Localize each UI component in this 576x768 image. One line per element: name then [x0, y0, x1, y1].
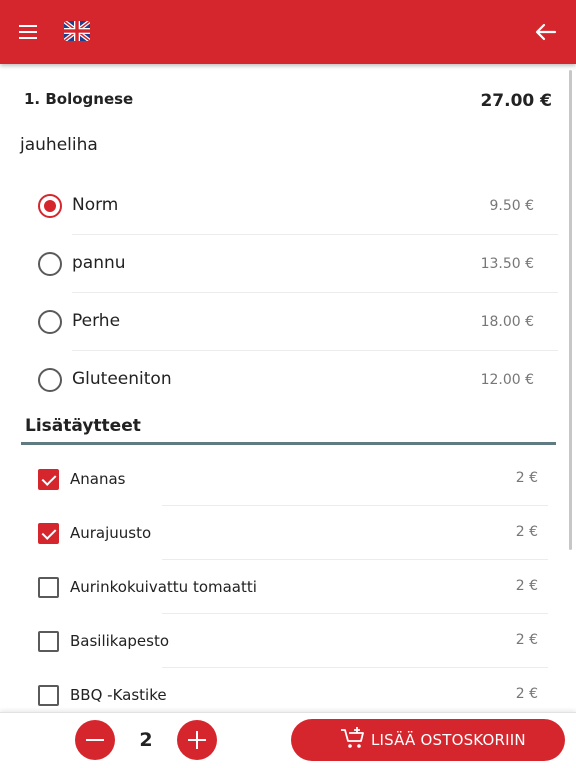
radio-button[interactable] [38, 252, 62, 276]
extra-item-label: Aurinkokuivattu tomaatti [70, 578, 257, 596]
size-option-label: pannu [72, 253, 126, 273]
uk-flag-icon[interactable] [62, 19, 92, 43]
extra-item-label: BBQ -Kastike [70, 686, 167, 704]
extra-item-label: Basilikapesto [70, 632, 170, 650]
checkbox-checked[interactable] [38, 469, 59, 490]
size-option-price: 9.50 € [489, 198, 534, 214]
extra-item-aurajuusto[interactable]: Aurajuusto 2 € [22, 506, 548, 560]
size-option-perhe[interactable]: Perhe 18.00 € [22, 293, 558, 351]
size-option-label: Gluteeniton [72, 369, 172, 389]
size-option-label: Norm [72, 195, 119, 215]
extras-section-title: Lisätäytteet [25, 416, 141, 436]
product-title: 1. Bolognese [24, 90, 134, 108]
extra-item-bbq-kastike[interactable]: BBQ -Kastike 2 € [22, 668, 548, 712]
section-divider [21, 442, 556, 445]
extra-item-price: 2 € [515, 686, 538, 702]
size-option-label: Perhe [72, 311, 121, 331]
radio-button[interactable] [38, 310, 62, 334]
add-to-cart-label: LISÄÄ OSTOSKORIIN [371, 731, 526, 749]
bottom-action-bar: 2 LISÄÄ OSTOSKORIIN [0, 712, 576, 768]
extra-item-label: Aurajuusto [70, 524, 152, 542]
add-to-cart-icon [340, 726, 366, 750]
extra-item-price: 2 € [515, 632, 538, 648]
minus-icon [86, 739, 104, 741]
extra-item-label: Ananas [70, 470, 126, 488]
radio-button-selected[interactable] [38, 194, 62, 218]
size-group-label: jauheliha [20, 135, 98, 155]
size-option-gluteeniton[interactable]: Gluteeniton 12.00 € [22, 351, 558, 409]
extra-item-ananas[interactable]: Ananas 2 € [22, 452, 548, 506]
size-option-price: 12.00 € [480, 372, 534, 388]
back-arrow-icon[interactable] [530, 20, 560, 44]
quantity-value: 2 [139, 729, 153, 751]
checkbox[interactable] [38, 577, 59, 598]
radio-button[interactable] [38, 368, 62, 392]
extra-item-price: 2 € [515, 470, 538, 486]
checkbox[interactable] [38, 685, 59, 706]
checkbox[interactable] [38, 631, 59, 652]
scrollbar[interactable] [569, 70, 572, 550]
product-options-content: 1. Bolognese 27.00 € jauheliha Norm 9.50… [0, 64, 576, 712]
size-option-pannu[interactable]: pannu 13.50 € [22, 235, 558, 293]
size-option-norm[interactable]: Norm 9.50 € [22, 177, 558, 235]
increase-quantity-button[interactable] [177, 720, 217, 760]
product-price: 27.00 € [480, 91, 552, 111]
add-to-cart-button[interactable]: LISÄÄ OSTOSKORIIN [291, 719, 565, 761]
size-option-price: 13.50 € [480, 256, 534, 272]
extra-item-aurinkokuivattu-tomaatti[interactable]: Aurinkokuivattu tomaatti 2 € [22, 560, 548, 614]
checkbox-checked[interactable] [38, 523, 59, 544]
decrease-quantity-button[interactable] [75, 720, 115, 760]
hamburger-menu-icon[interactable] [19, 22, 41, 42]
app-bar [0, 0, 576, 64]
size-option-price: 18.00 € [480, 314, 534, 330]
extra-item-basilikapesto[interactable]: Basilikapesto 2 € [22, 614, 548, 668]
extra-item-price: 2 € [515, 524, 538, 540]
extra-item-price: 2 € [515, 578, 538, 594]
